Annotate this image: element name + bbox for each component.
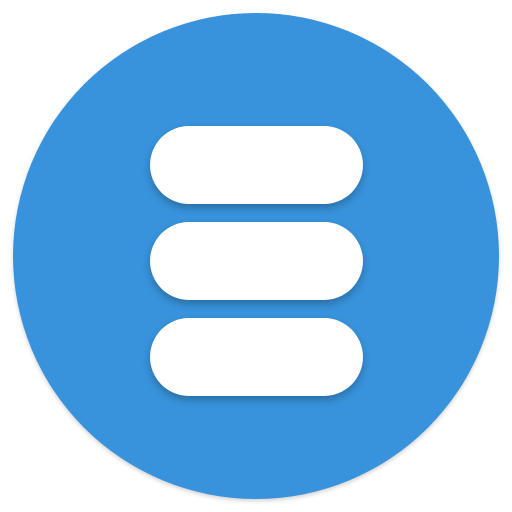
menu-bar-top — [150, 126, 363, 204]
menu-bar-middle — [150, 222, 363, 300]
menu-bar-bottom — [150, 318, 363, 396]
app-icon-canvas — [0, 0, 512, 512]
